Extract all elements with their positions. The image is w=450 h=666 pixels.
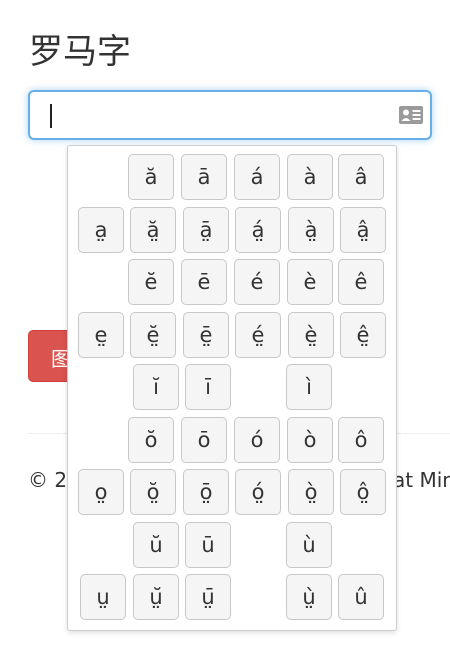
character-picker-popup: ă ā á à â a̤ ă̤ ā̤ á̤ à̤ â̤ ĕ ē é è ê e̤…: [67, 145, 397, 631]
char-key[interactable]: ĕ: [128, 259, 174, 305]
char-key[interactable]: à̤: [288, 207, 334, 253]
char-key[interactable]: è̤: [288, 312, 334, 358]
char-key[interactable]: e̤: [78, 312, 124, 358]
char-key[interactable]: ē̤: [183, 312, 229, 358]
char-key[interactable]: ṳ̀: [286, 574, 332, 620]
char-key[interactable]: ā: [181, 154, 227, 200]
char-key[interactable]: ṳ̄: [185, 574, 231, 620]
char-key[interactable]: ē: [181, 259, 227, 305]
char-key[interactable]: ō̤: [183, 469, 229, 515]
char-key[interactable]: û: [338, 574, 384, 620]
page-title: 罗马字: [29, 32, 131, 72]
char-key[interactable]: ă: [128, 154, 174, 200]
char-key[interactable]: á: [234, 154, 280, 200]
char-key[interactable]: ò: [287, 417, 333, 463]
char-key[interactable]: ă̤: [130, 207, 176, 253]
char-key[interactable]: ù: [286, 522, 332, 568]
romanization-input[interactable]: [30, 92, 390, 138]
char-key[interactable]: ô: [338, 417, 384, 463]
char-key[interactable]: ō: [181, 417, 227, 463]
char-key[interactable]: ì: [286, 364, 332, 410]
char-key[interactable]: ĕ̤: [130, 312, 176, 358]
char-key[interactable]: ū: [185, 522, 231, 568]
char-key[interactable]: ŏ̤: [130, 469, 176, 515]
char-key[interactable]: ŭ: [133, 522, 179, 568]
char-key[interactable]: é: [234, 259, 280, 305]
char-key[interactable]: ó̤: [235, 469, 281, 515]
char-key[interactable]: ṳ: [80, 574, 126, 620]
char-key[interactable]: á̤: [235, 207, 281, 253]
char-key[interactable]: ô̤: [340, 469, 386, 515]
romanization-input-group[interactable]: [28, 90, 432, 140]
char-key[interactable]: ê: [338, 259, 384, 305]
char-key[interactable]: ī: [185, 364, 231, 410]
char-key[interactable]: ṳ̆: [133, 574, 179, 620]
char-key[interactable]: o̤: [78, 469, 124, 515]
char-key[interactable]: ŏ: [128, 417, 174, 463]
text-caret: [50, 104, 52, 128]
char-key[interactable]: â: [338, 154, 384, 200]
char-key[interactable]: ò̤: [288, 469, 334, 515]
char-key[interactable]: a̤: [78, 207, 124, 253]
char-key[interactable]: ā̤: [183, 207, 229, 253]
char-key[interactable]: à: [287, 154, 333, 200]
char-key[interactable]: ó: [234, 417, 280, 463]
char-key[interactable]: ê̤: [340, 312, 386, 358]
char-key[interactable]: è: [287, 259, 333, 305]
char-key[interactable]: â̤: [340, 207, 386, 253]
char-key[interactable]: é̤: [235, 312, 281, 358]
keyboard-toggle-icon[interactable]: [398, 105, 424, 125]
footer-author: at Min: [393, 468, 450, 492]
char-key[interactable]: ĭ: [133, 364, 179, 410]
